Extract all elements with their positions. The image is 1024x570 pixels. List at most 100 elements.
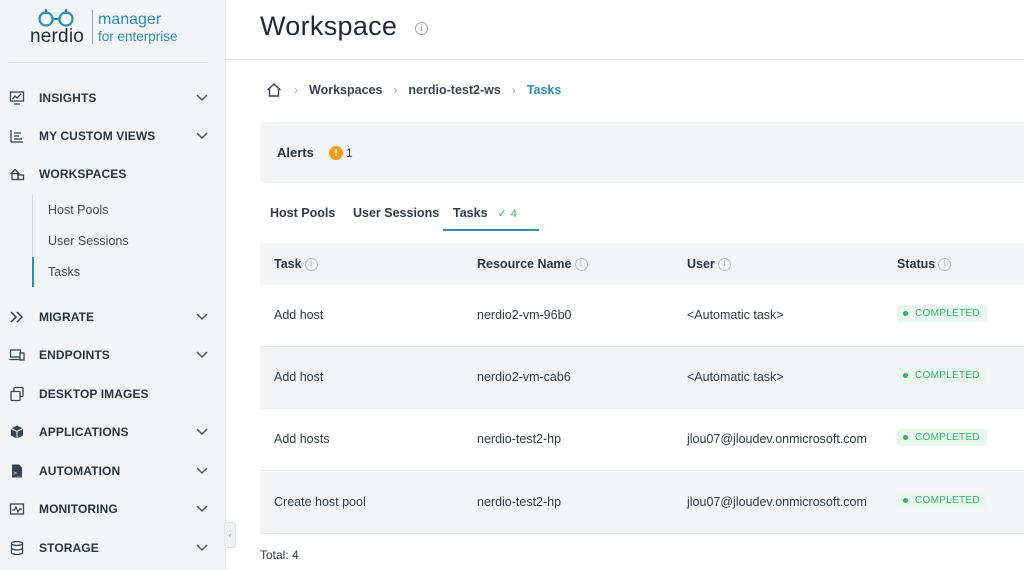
storage-icon	[8, 539, 26, 557]
cell-resource: nerdio-test2-hp	[477, 495, 562, 509]
warning-icon: !	[329, 146, 343, 160]
table-row[interactable]: Create host pool nerdio-test2-hp jlou07@…	[260, 472, 1024, 534]
chevron-down-icon	[195, 425, 209, 439]
sidebar-item-workspaces[interactable]: WORKSPACES	[0, 159, 226, 189]
status-badge: COMPLETED	[897, 367, 987, 384]
sidebar-item-automation[interactable]: >_ AUTOMATION	[0, 456, 226, 486]
table-row[interactable]: Add hosts nerdio-test2-hp jlou07@jloudev…	[260, 409, 1024, 471]
logo-product-line1: manager	[98, 11, 162, 28]
info-icon[interactable]: i	[938, 257, 952, 271]
sidebar-divider	[8, 62, 208, 63]
breadcrumb-separator-icon: ›	[511, 83, 516, 97]
sidebar-subitem-label: Tasks	[48, 265, 80, 279]
svg-text:>_: >_	[13, 470, 21, 477]
sidebar-item-insights[interactable]: INSIGHTS	[0, 83, 226, 113]
chevron-down-icon	[195, 310, 209, 324]
column-header-task[interactable]: Task i	[274, 257, 318, 271]
cell-user: <Automatic task>	[687, 370, 784, 384]
sidebar-item-label: MIGRATE	[39, 310, 95, 324]
tab-label: User Sessions	[353, 206, 440, 220]
sidebar-item-my-custom-views[interactable]: MY CUSTOM VIEWS	[0, 121, 226, 151]
table-row[interactable]: Add host nerdio2-vm-cab6 <Automatic task…	[260, 347, 1024, 409]
column-header-status[interactable]: Status i	[897, 257, 952, 271]
sidebar-item-label: APPLICATIONS	[39, 425, 129, 439]
cell-resource: nerdio2-vm-96b0	[477, 308, 572, 322]
sidebar-collapse-button[interactable]: ‹	[224, 522, 236, 548]
table-total: Total: 4	[260, 548, 299, 562]
insights-icon	[8, 89, 26, 107]
sidebar-item-desktop-images[interactable]: DESKTOP IMAGES	[0, 379, 226, 409]
sidebar-subitem-tasks[interactable]: Tasks	[32, 257, 226, 287]
cell-task: Add hosts	[274, 432, 330, 446]
sidebar-subitem-label: Host Pools	[48, 203, 109, 217]
active-tab-indicator	[443, 229, 539, 231]
sidebar-subitem-label: User Sessions	[48, 234, 129, 248]
custom-views-icon	[8, 127, 26, 145]
sidebar-item-label: STORAGE	[39, 541, 99, 555]
monitoring-icon	[8, 500, 26, 518]
chevron-down-icon	[195, 502, 209, 516]
tab-user-sessions[interactable]: User Sessions	[353, 206, 439, 230]
column-header-resource-name[interactable]: Resource Name i	[477, 257, 588, 271]
sidebar-item-migrate[interactable]: MIGRATE	[0, 302, 226, 332]
nerdio-logo-mark-icon	[38, 9, 74, 27]
logo-separator	[92, 10, 93, 44]
tab-host-pools[interactable]: Host Pools	[270, 206, 335, 230]
sidebar: nerdio manager for enterprise INSIGHTS M…	[0, 0, 226, 570]
page-header: Workspace i	[227, 0, 1024, 60]
table-row[interactable]: Add host nerdio2-vm-96b0 <Automatic task…	[260, 285, 1024, 347]
info-icon[interactable]: i	[304, 257, 318, 271]
cell-user: jlou07@jloudev.onmicrosoft.com	[687, 495, 867, 509]
breadcrumb: › Workspaces › nerdio-test2-ws › Tasks	[265, 80, 561, 100]
sidebar-item-label: WORKSPACES	[39, 167, 127, 181]
breadcrumb-workspace-name[interactable]: nerdio-test2-ws	[408, 83, 500, 97]
chevron-left-icon: ‹	[228, 530, 232, 540]
status-dot-icon	[903, 498, 908, 503]
cell-user: <Automatic task>	[687, 308, 784, 322]
status-badge: COMPLETED	[897, 429, 987, 446]
active-indicator	[32, 257, 34, 287]
info-icon[interactable]: i	[717, 257, 731, 271]
cell-task: Create host pool	[274, 495, 366, 509]
alerts-label: Alerts	[277, 145, 314, 160]
sidebar-subitem-host-pools[interactable]: Host Pools	[32, 195, 226, 225]
info-icon[interactable]: i	[574, 257, 588, 271]
sidebar-item-label: MY CUSTOM VIEWS	[39, 129, 156, 143]
cell-task: Add host	[274, 308, 324, 322]
chevron-down-icon	[195, 91, 209, 105]
status-dot-icon	[903, 435, 908, 440]
sidebar-item-label: MONITORING	[39, 502, 118, 516]
migrate-icon	[8, 308, 26, 326]
cell-resource: nerdio2-vm-cab6	[477, 370, 571, 384]
breadcrumb-separator-icon: ›	[294, 83, 298, 97]
logo-product-line2: for enterprise	[98, 29, 178, 44]
cell-resource: nerdio-test2-hp	[477, 432, 562, 446]
alerts-panel[interactable]: Alerts ! 1	[260, 122, 1024, 183]
sidebar-item-monitoring[interactable]: MONITORING	[0, 494, 226, 524]
tab-tasks[interactable]: Tasks ✓ 4	[453, 206, 517, 230]
breadcrumb-separator-icon: ›	[393, 83, 398, 97]
logo-wordmark: nerdio	[30, 26, 85, 47]
sidebar-item-applications[interactable]: APPLICATIONS	[0, 417, 226, 447]
tab-count: 4	[510, 208, 517, 220]
sidebar-subitem-user-sessions[interactable]: User Sessions	[32, 226, 226, 256]
sidebar-item-label: AUTOMATION	[39, 464, 121, 478]
chevron-down-icon	[195, 541, 209, 555]
cell-task: Add host	[274, 370, 324, 384]
chevron-down-icon	[195, 348, 209, 362]
status-badge: COMPLETED	[897, 305, 987, 322]
breadcrumb-workspaces[interactable]: Workspaces	[309, 83, 382, 97]
sidebar-item-storage[interactable]: STORAGE	[0, 533, 226, 563]
column-header-user[interactable]: User i	[687, 257, 731, 271]
status-dot-icon	[903, 311, 908, 316]
info-icon[interactable]: i	[415, 22, 428, 35]
tab-label: Host Pools	[270, 206, 336, 220]
home-icon[interactable]	[265, 81, 283, 99]
status-badge: COMPLETED	[897, 492, 987, 509]
cell-user: jlou07@jloudev.onmicrosoft.com	[687, 432, 867, 446]
tab-label: Tasks	[453, 206, 488, 220]
sidebar-item-endpoints[interactable]: ENDPOINTS	[0, 340, 226, 370]
chevron-down-icon	[195, 464, 209, 478]
nerdio-logo[interactable]: nerdio manager for enterprise	[30, 8, 200, 48]
applications-icon	[8, 423, 26, 441]
